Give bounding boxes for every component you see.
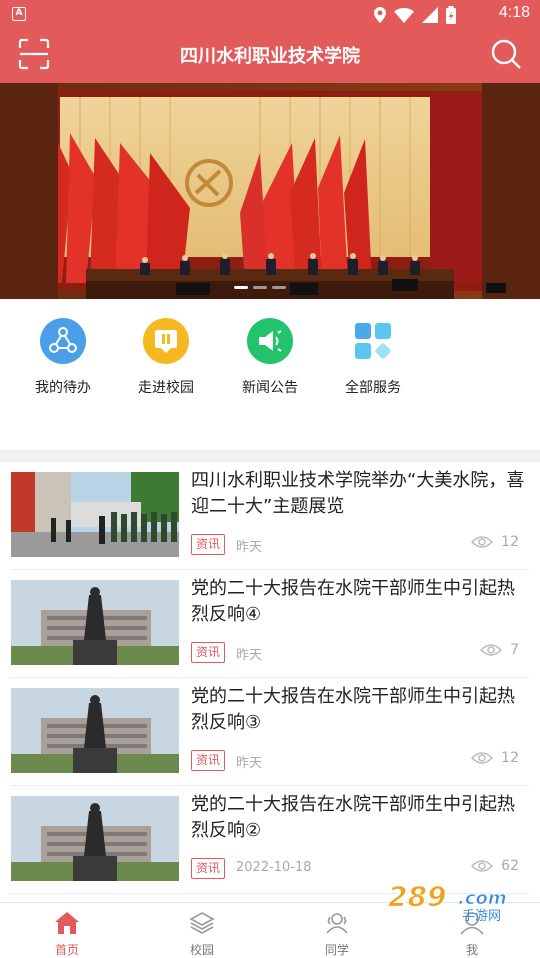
battery-icon: [446, 6, 456, 24]
news-thumbnail: [11, 796, 179, 881]
news-date: 2022-10-18: [236, 860, 312, 875]
carousel-dot: [272, 286, 286, 289]
view-count-value: 7: [510, 642, 519, 658]
banner-image: [0, 83, 540, 299]
quick-entry-label: 我的待办: [35, 380, 91, 396]
news-thumbnail: [11, 472, 179, 557]
view-count: 12: [471, 750, 519, 766]
view-count-value: 12: [501, 534, 519, 550]
quick-entry-my-todo[interactable]: 我的待办: [11, 318, 115, 397]
quick-entry-all-services[interactable]: 全部服务: [321, 318, 425, 397]
layers-icon: [189, 912, 215, 934]
carousel-dot: [253, 286, 267, 289]
svg-text:.com: .com: [458, 888, 507, 909]
view-count: 62: [471, 858, 519, 874]
status-icons: [374, 6, 456, 24]
share-nodes-icon: [40, 318, 86, 364]
news-item[interactable]: 四川水利职业技术学院举办“大美水院，喜迎二十大”主题展览 资讯 昨天 12: [11, 462, 529, 570]
view-count-value: 62: [501, 858, 519, 874]
quick-entry-campus[interactable]: 走进校园: [114, 318, 218, 397]
watermark-logo: 289 .com 手游网: [384, 878, 526, 925]
eye-icon: [480, 644, 503, 656]
news-item[interactable]: 党的二十大报告在水院干部师生中引起热烈反响④ 资讯 昨天 7: [11, 570, 529, 678]
news-title: 党的二十大报告在水院干部师生中引起热烈反响③: [191, 686, 515, 733]
news-tag: 资讯: [191, 750, 226, 771]
quick-entry-news[interactable]: 新闻公告: [218, 318, 322, 397]
classmates-icon: [326, 913, 348, 934]
search-icon[interactable]: [490, 38, 522, 70]
eye-icon: [471, 536, 494, 548]
nav-label: 我: [465, 943, 478, 957]
news-title: 党的二十大报告在水院干部师生中引起热烈反响④: [191, 578, 515, 625]
news-tag: 资讯: [191, 642, 226, 663]
page-title: 四川水利职业技术学院: [180, 46, 360, 67]
speaker-icon: [247, 318, 293, 364]
carousel-dot: [234, 286, 248, 289]
view-count: 12: [471, 534, 519, 550]
grid-icon: [350, 318, 396, 364]
home-icon: [55, 912, 79, 934]
app-bar: 四川水利职业技术学院: [0, 28, 540, 83]
news-thumbnail: [11, 580, 179, 665]
status-time: 4:18: [498, 4, 530, 21]
eye-icon: [471, 752, 494, 764]
news-date: 昨天: [236, 540, 263, 555]
news-title: 四川水利职业技术学院举办“大美水院，喜迎二十大”主题展览: [191, 470, 525, 517]
news-tag: 资讯: [191, 534, 226, 555]
signal-icon: [422, 7, 438, 23]
news-item[interactable]: 党的二十大报告在水院干部师生中引起热烈反响③ 资讯 昨天 12: [11, 678, 529, 786]
news-title: 党的二十大报告在水院干部师生中引起热烈反响②: [191, 794, 515, 841]
quick-entry-label: 新闻公告: [242, 380, 298, 396]
carousel-indicator: [234, 286, 286, 289]
location-icon: [374, 7, 386, 23]
notification-icon: A: [12, 7, 26, 21]
eye-icon: [471, 860, 494, 872]
quick-entry-label: 走进校园: [138, 380, 194, 396]
section-divider: [0, 450, 540, 462]
banner-carousel[interactable]: [0, 83, 540, 299]
svg-text:289: 289: [388, 880, 446, 913]
news-date: 昨天: [236, 756, 263, 771]
view-count-value: 12: [501, 750, 519, 766]
news-thumbnail: [11, 688, 179, 773]
nav-label: 校园: [189, 943, 214, 957]
quick-entry-label: 全部服务: [345, 380, 401, 396]
news-tag: 资讯: [191, 858, 226, 879]
nav-classmates[interactable]: 同学: [297, 911, 377, 958]
status-bar: A 4:18: [0, 0, 540, 28]
svg-text:手游网: 手游网: [462, 909, 501, 924]
wifi-icon: [394, 7, 414, 23]
top-bar: A 4:18 四川水利职业技术学院: [0, 0, 540, 83]
quick-entries: 我的待办 走进校园 新闻公告 全部服务: [0, 300, 540, 450]
nav-label: 同学: [324, 943, 349, 957]
nav-campus[interactable]: 校园: [162, 911, 242, 958]
news-date: 昨天: [236, 648, 263, 663]
nav-home[interactable]: 首页: [27, 911, 107, 958]
book-icon: [143, 318, 189, 364]
view-count: 7: [480, 642, 519, 658]
nav-label: 首页: [54, 943, 79, 957]
